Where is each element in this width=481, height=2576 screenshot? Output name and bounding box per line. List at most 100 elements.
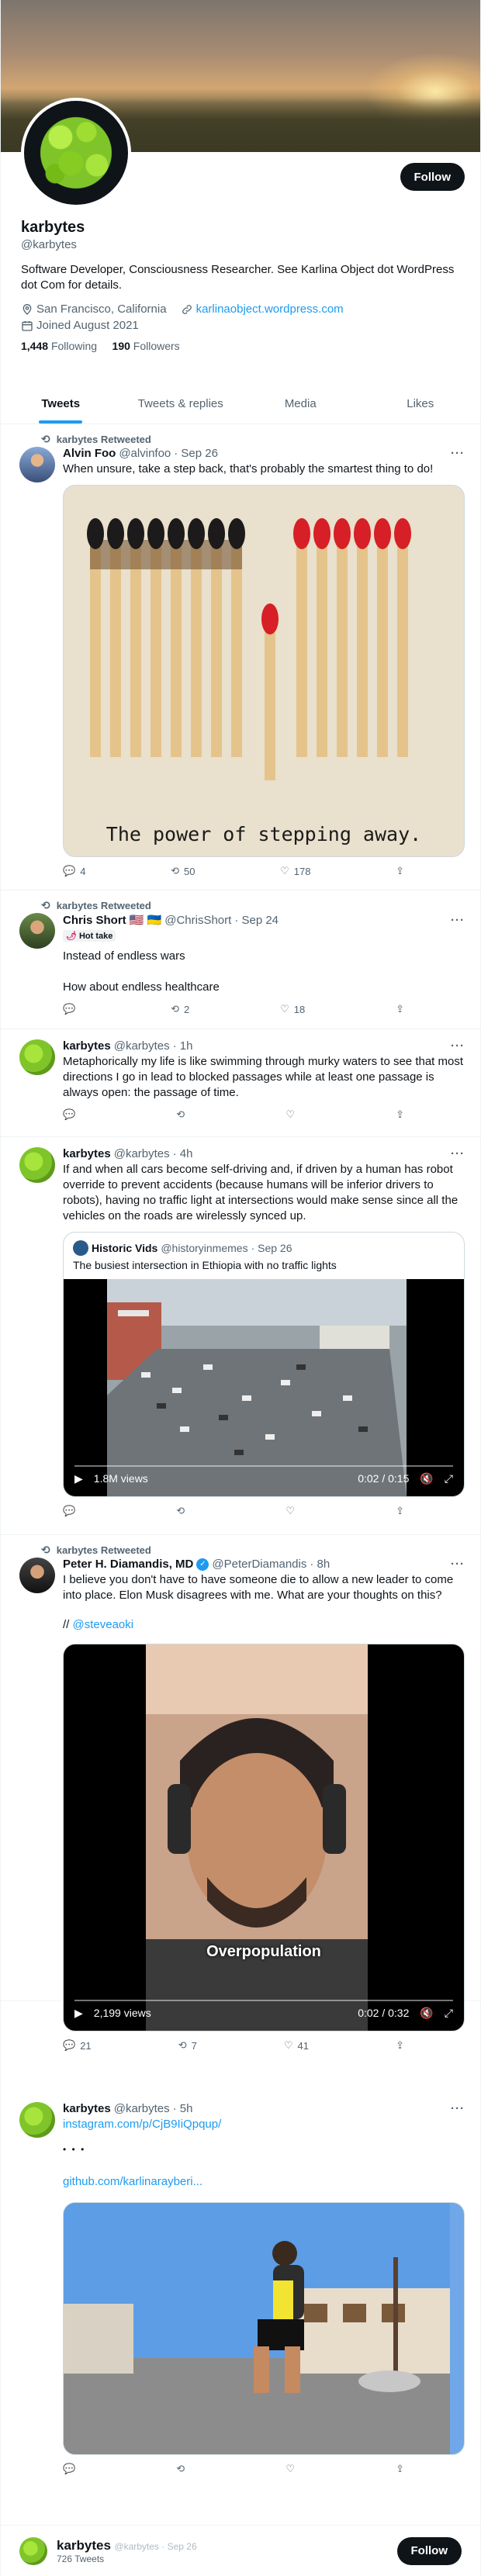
tweet-author-handle[interactable]: @alvinfoo <box>119 447 171 460</box>
like-button[interactable]: ♡ <box>285 1108 295 1121</box>
tweet-date[interactable]: · 4h <box>173 1147 193 1160</box>
tweet[interactable]: karbytes @karbytes · 1h ··· Metaphorically … <box>1 1030 480 1137</box>
share-button[interactable]: ⇪ <box>396 1003 404 1015</box>
retweet-button[interactable]: ⟲ 2 <box>171 1003 189 1015</box>
tweet-date[interactable]: · Sep 24 <box>234 914 279 927</box>
video-player[interactable]: ▶ 1.8M views 0:02 / 0:15 🔇 ⤢ <box>64 1279 464 1496</box>
reply-button[interactable]: 💬 4 <box>63 865 85 877</box>
tweet-text: How about endless healthcare <box>63 980 220 994</box>
quoted-tweet[interactable]: Historic Vids @historyinmemes · Sep 26 T… <box>63 1232 465 1497</box>
retweet-button[interactable]: ⟲ <box>176 1505 185 1517</box>
fullscreen-icon[interactable]: ⤢ <box>445 2007 453 2020</box>
sticky-follow-button[interactable]: Follow <box>396 2536 462 2565</box>
share-button[interactable]: ⇪ <box>396 2463 404 2475</box>
sticky-profile-bar: karbytes @karbytes · Sep 26 726 Tweets F… <box>1 2525 480 2576</box>
person-video-frame <box>146 1644 368 2031</box>
street-photo <box>64 2203 452 2454</box>
tweet-author-name[interactable]: karbytes <box>63 1147 111 1160</box>
video-player[interactable]: Overpopulation ▶ 2,199 views 0:02 / 0:32… <box>63 1644 465 2031</box>
tweet-image[interactable]: The power of stepping away. <box>63 485 465 857</box>
reply-button[interactable]: 💬 <box>63 2463 75 2475</box>
tweet-avatar[interactable] <box>19 1147 55 1183</box>
tweet-author-name[interactable]: Alvin Foo <box>63 447 116 460</box>
fullscreen-icon[interactable]: ⤢ <box>445 1472 453 1485</box>
mute-icon[interactable]: 🔇 <box>420 2007 433 2020</box>
mute-icon[interactable]: 🔇 <box>420 1472 433 1485</box>
instagram-link[interactable]: instagram.com/p/CjB9IiQpqup/ <box>63 2118 221 2131</box>
tab-likes[interactable]: Likes <box>361 384 481 424</box>
profile-website[interactable]: karlinaobject.wordpress.com <box>181 303 344 316</box>
tweet-author-name[interactable]: karbytes <box>63 2102 111 2115</box>
more-options-icon[interactable]: ··· <box>451 1558 465 1571</box>
mention-link[interactable]: @steveaoki <box>73 1618 134 1631</box>
sticky-tweet-count: 726 Tweets <box>57 2553 105 2564</box>
sticky-avatar[interactable] <box>19 2536 47 2565</box>
like-button[interactable]: ♡ <box>285 1505 295 1517</box>
tweet[interactable]: ⟲ karbytes Retweeted Peter H. Diamandis, … <box>1 1536 480 2052</box>
reply-button[interactable]: 💬 <box>63 1108 75 1121</box>
tweet-author-handle[interactable]: @karbytes <box>114 1147 170 1160</box>
share-icon: ⇪ <box>396 1505 404 1516</box>
tweet-avatar[interactable] <box>19 1558 55 1593</box>
tweet[interactable]: karbytes @karbytes · 5h ··· instagram.com/p… <box>1 2094 480 2529</box>
tweet-author-handle[interactable]: @karbytes <box>114 2102 170 2115</box>
retweet-icon: ⟲ <box>176 1505 185 1516</box>
tweet[interactable]: ⟲ karbytes Retweeted Chris Short 🇺🇸 🇺🇦 @Chr… <box>1 891 480 1029</box>
retweet-button[interactable]: ⟲ 7 <box>178 2039 197 2052</box>
like-button[interactable]: ♡ 41 <box>284 2039 309 2052</box>
tweet-avatar[interactable] <box>19 1039 55 1075</box>
tweet[interactable]: karbytes @karbytes · 4h ··· If and when all… <box>1 1138 480 1535</box>
profile-handle: @karbytes <box>21 238 77 251</box>
reply-button[interactable]: 💬 <box>63 1003 80 1015</box>
reply-button[interactable]: 💬 <box>63 1505 75 1517</box>
share-button[interactable]: ⇪ <box>396 865 404 877</box>
tweet-author-handle[interactable]: @karbytes <box>114 1039 170 1053</box>
tweet-avatar[interactable] <box>19 447 55 482</box>
tweet-avatar[interactable] <box>19 913 55 949</box>
more-options-icon[interactable]: ··· <box>451 1147 465 1160</box>
like-button[interactable]: ♡ 18 <box>280 1003 305 1015</box>
followers-link[interactable]: 190 Followers <box>112 340 180 352</box>
tweet-author-handle[interactable]: @ChrisShort <box>164 914 231 927</box>
share-button[interactable]: ⇪ <box>396 1505 404 1517</box>
tweet-date[interactable]: · 1h <box>173 1039 193 1053</box>
tweet-author-name[interactable]: Peter H. Diamandis, MD <box>63 1558 193 1571</box>
tweet-image[interactable] <box>63 2202 465 2455</box>
retweet-button[interactable]: ⟲ 50 <box>171 865 195 877</box>
quote-text: The busiest intersection in Ethiopia wit… <box>73 1259 337 1271</box>
tab-tweets[interactable]: Tweets <box>1 384 121 424</box>
more-options-icon[interactable]: ··· <box>451 914 465 927</box>
more-options-icon[interactable]: ··· <box>451 447 465 460</box>
tweet-avatar[interactable] <box>19 2102 55 2138</box>
share-icon: ⇪ <box>396 1108 404 1120</box>
more-options-icon[interactable]: ··· <box>451 1039 465 1053</box>
tweet-author-name[interactable]: karbytes <box>63 1039 111 1053</box>
tweet-date[interactable]: · Sep 26 <box>174 447 218 460</box>
share-icon: ⇪ <box>396 1003 404 1015</box>
like-button[interactable]: ♡ 178 <box>280 865 310 877</box>
tweet[interactable]: ⟲ karbytes Retweeted Alvin Foo @alvinfoo · … <box>1 425 480 890</box>
github-link[interactable]: github.com/karlinarayberi... <box>63 2175 202 2188</box>
play-icon[interactable]: ▶ <box>74 2007 83 2020</box>
heart-icon: ♡ <box>285 1108 295 1120</box>
tweet-text: I believe you don't have to have someone… <box>63 1573 454 1602</box>
profile-counts: 1,448 Following 190 Followers <box>21 340 460 352</box>
retweet-button[interactable]: ⟲ <box>176 1108 185 1121</box>
share-button[interactable]: ⇪ <box>396 1108 404 1121</box>
follow-button[interactable]: Follow <box>400 163 465 191</box>
like-button[interactable]: ♡ <box>285 2463 295 2475</box>
tweet-date[interactable]: · 5h <box>173 2102 193 2115</box>
reply-button[interactable]: 💬 21 <box>63 2039 92 2052</box>
profile-avatar[interactable] <box>21 98 131 208</box>
play-icon[interactable]: ▶ <box>74 1472 83 1485</box>
tweet-author-name[interactable]: Chris Short <box>63 914 126 927</box>
tweet-date[interactable]: · 8h <box>310 1558 330 1571</box>
share-button[interactable]: ⇪ <box>396 2039 404 2052</box>
video-caption: Overpopulation <box>206 1943 321 1960</box>
following-link[interactable]: 1,448 Following <box>21 340 97 352</box>
more-options-icon[interactable]: ··· <box>451 2102 465 2115</box>
retweet-button[interactable]: ⟲ <box>176 2463 185 2475</box>
tab-tweets-replies[interactable]: Tweets & replies <box>121 384 241 424</box>
tweet-author-handle[interactable]: @PeterDiamandis <box>212 1558 306 1571</box>
tab-media[interactable]: Media <box>240 384 361 424</box>
